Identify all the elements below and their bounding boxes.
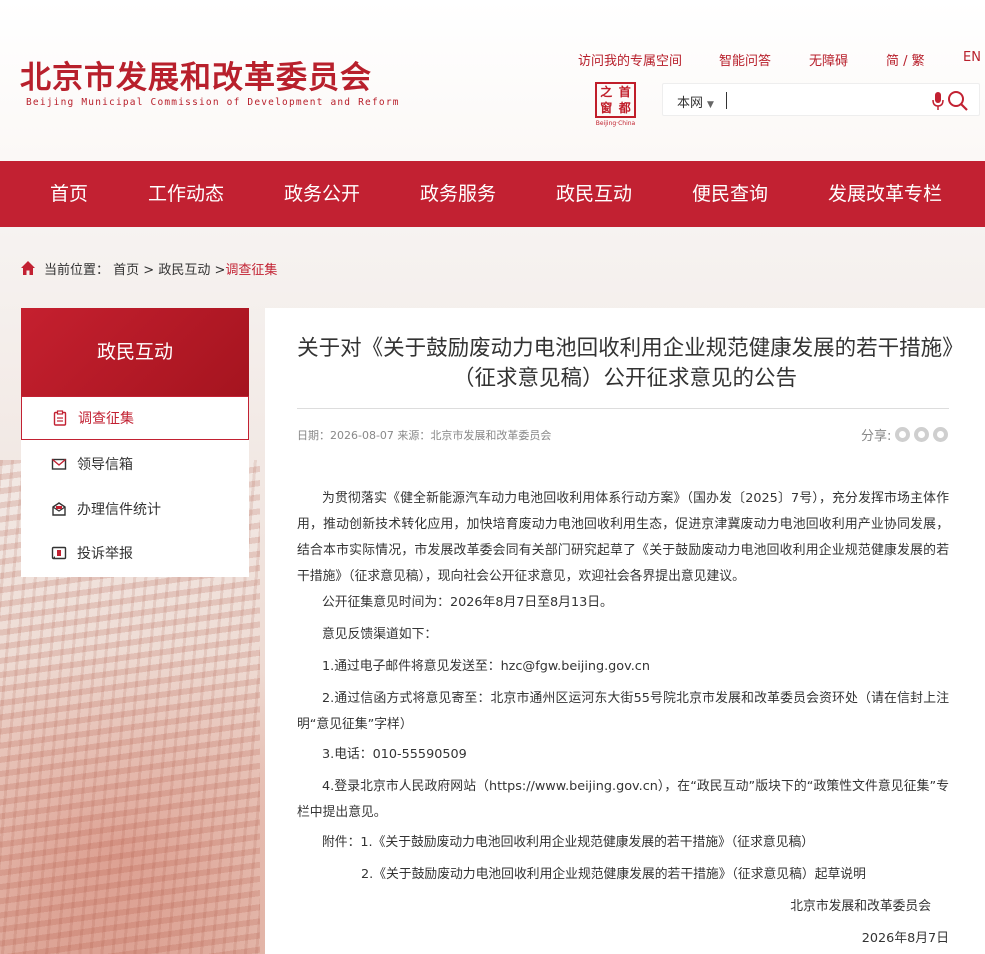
link-english[interactable]: EN xyxy=(963,50,981,65)
search-scope-label: 本网 xyxy=(677,96,704,111)
site-logo-title[interactable]: 北京市发展和改革委员会 xyxy=(20,52,372,97)
search-scope-select[interactable]: 本网 ▼ xyxy=(677,92,714,111)
article-paragraph: 意见反馈渠道如下： xyxy=(322,627,438,642)
seal-char: 都 xyxy=(618,101,631,115)
seal-subtitle: Beijing·China xyxy=(595,120,636,127)
sidebar-item-label: 调查征集 xyxy=(78,411,134,427)
article-title: 关于对《关于鼓励废动力电池回收利用企业规范健康发展的若干措施》（征求意见稿）公开… xyxy=(297,336,953,391)
breadcrumb: 当前位置： 首页 > 政民互动 > 调查征集 xyxy=(20,258,277,278)
share-weibo-icon[interactable] xyxy=(914,426,930,442)
seal-char: 首 xyxy=(618,85,631,99)
clipboard-icon xyxy=(53,410,67,426)
article-paragraph[interactable]: 1.通过电子邮件将意见发送至：hzc@fgw.beijing.gov.cn xyxy=(297,654,949,680)
mail-stats-icon xyxy=(52,502,66,516)
microphone-icon[interactable] xyxy=(931,91,945,111)
breadcrumb-current[interactable]: 调查征集 xyxy=(225,259,277,278)
article-panel: 关于对《关于鼓励废动力电池回收利用企业规范健康发展的若干措施》（征求意见稿）公开… xyxy=(265,308,985,954)
article-date: 2026年8月7日 xyxy=(861,931,949,946)
share-label: 分享: xyxy=(861,428,892,444)
attachment-link[interactable]: 附件：1.《关于鼓励废动力电池回收利用企业规范健康发展的若干措施》（征求意见稿） xyxy=(297,830,949,856)
sidebar-item-label: 办理信件统计 xyxy=(77,502,161,518)
nav-gov-services[interactable]: 政务服务 xyxy=(420,161,496,227)
share-wechat-icon[interactable] xyxy=(895,426,911,442)
top-links: 访问我的专属空间 智能问答 无障碍 简 / 繁 EN xyxy=(578,50,981,70)
capital-window-seal-logo[interactable]: 之 首 窗 都 Beijing·China xyxy=(593,82,638,128)
site-logo-subtitle: Beijing Municipal Commission of Developm… xyxy=(26,97,400,108)
sidebar-item-letter-stats[interactable]: 办理信件统计 xyxy=(21,487,249,531)
breadcrumb-label: 当前位置： xyxy=(44,262,110,278)
sidebar-item-leader-mailbox[interactable]: 领导信箱 xyxy=(21,442,249,486)
home-icon xyxy=(21,261,35,275)
report-icon xyxy=(51,546,67,560)
site-header: 北京市发展和改革委员会 Beijing Municipal Commission… xyxy=(0,0,985,161)
sidebar-item-survey[interactable]: 调查征集 xyxy=(21,396,249,440)
share-favorite-icon[interactable] xyxy=(933,426,949,442)
title-divider xyxy=(297,408,949,409)
seal-char: 窗 xyxy=(600,101,613,115)
nav-convenience-query[interactable]: 便民查询 xyxy=(692,161,768,227)
link-accessibility[interactable]: 无障碍 xyxy=(809,50,848,69)
article-paragraph: 3.电话：010-55590509 xyxy=(322,747,467,762)
seal-char: 之 xyxy=(600,85,613,99)
article-paragraph: 4.登录北京市人民政府网站（https://www.beijing.gov.cn… xyxy=(297,779,949,820)
search-bar: 本网 ▼ xyxy=(662,83,980,116)
sidebar: 政民互动 调查征集 领导信箱 办理信件统计 投诉举报 xyxy=(21,308,249,577)
nav-home[interactable]: 首页 xyxy=(50,161,88,227)
article-paragraph: 2.通过信函方式将意见寄至：北京市通州区运河东大街55号院北京市发展和改革委员会… xyxy=(297,691,949,732)
sidebar-item-label: 投诉举报 xyxy=(77,546,133,562)
mail-icon xyxy=(51,458,67,470)
article-signature: 北京市发展和改革委员会 xyxy=(790,899,931,914)
link-personal-space[interactable]: 访问我的专属空间 xyxy=(578,50,682,69)
text-cursor xyxy=(726,92,727,109)
chevron-down-icon: ▼ xyxy=(707,100,714,110)
sidebar-item-complaint-report[interactable]: 投诉举报 xyxy=(21,531,249,575)
search-input[interactable] xyxy=(731,89,921,111)
nav-public-interaction[interactable]: 政民互动 xyxy=(556,161,632,227)
article-meta: 日期：2026-08-07 来源：北京市发展和改革委员会 xyxy=(297,429,552,442)
article-paragraph: 公开征集意见时间为：2026年8月7日至8月13日。 xyxy=(322,595,613,610)
nav-reform-column[interactable]: 发展改革专栏 xyxy=(828,161,942,227)
seal-box: 之 首 窗 都 xyxy=(595,82,636,118)
search-icon[interactable] xyxy=(947,90,969,112)
sidebar-title: 政民互动 xyxy=(21,308,249,396)
link-smart-qa[interactable]: 智能问答 xyxy=(719,50,771,69)
nav-work-news[interactable]: 工作动态 xyxy=(148,161,224,227)
sidebar-item-label: 领导信箱 xyxy=(77,457,133,473)
article-paragraph: 为贯彻落实《健全新能源汽车动力电池回收利用体系行动方案》（国办发〔2025〕7号… xyxy=(297,491,949,584)
link-simplified-traditional[interactable]: 简 / 繁 xyxy=(886,50,925,69)
nav-gov-affairs-open[interactable]: 政务公开 xyxy=(284,161,360,227)
attachment-link[interactable]: 2.《关于鼓励废动力电池回收利用企业规范健康发展的若干措施》（征求意见稿）起草说… xyxy=(297,862,949,888)
share-bar: 分享: xyxy=(861,425,949,444)
breadcrumb-path[interactable]: 首页 > 政民互动 > xyxy=(113,259,225,278)
main-nav: 首页 工作动态 政务公开 政务服务 政民互动 便民查询 发展改革专栏 xyxy=(0,161,985,227)
